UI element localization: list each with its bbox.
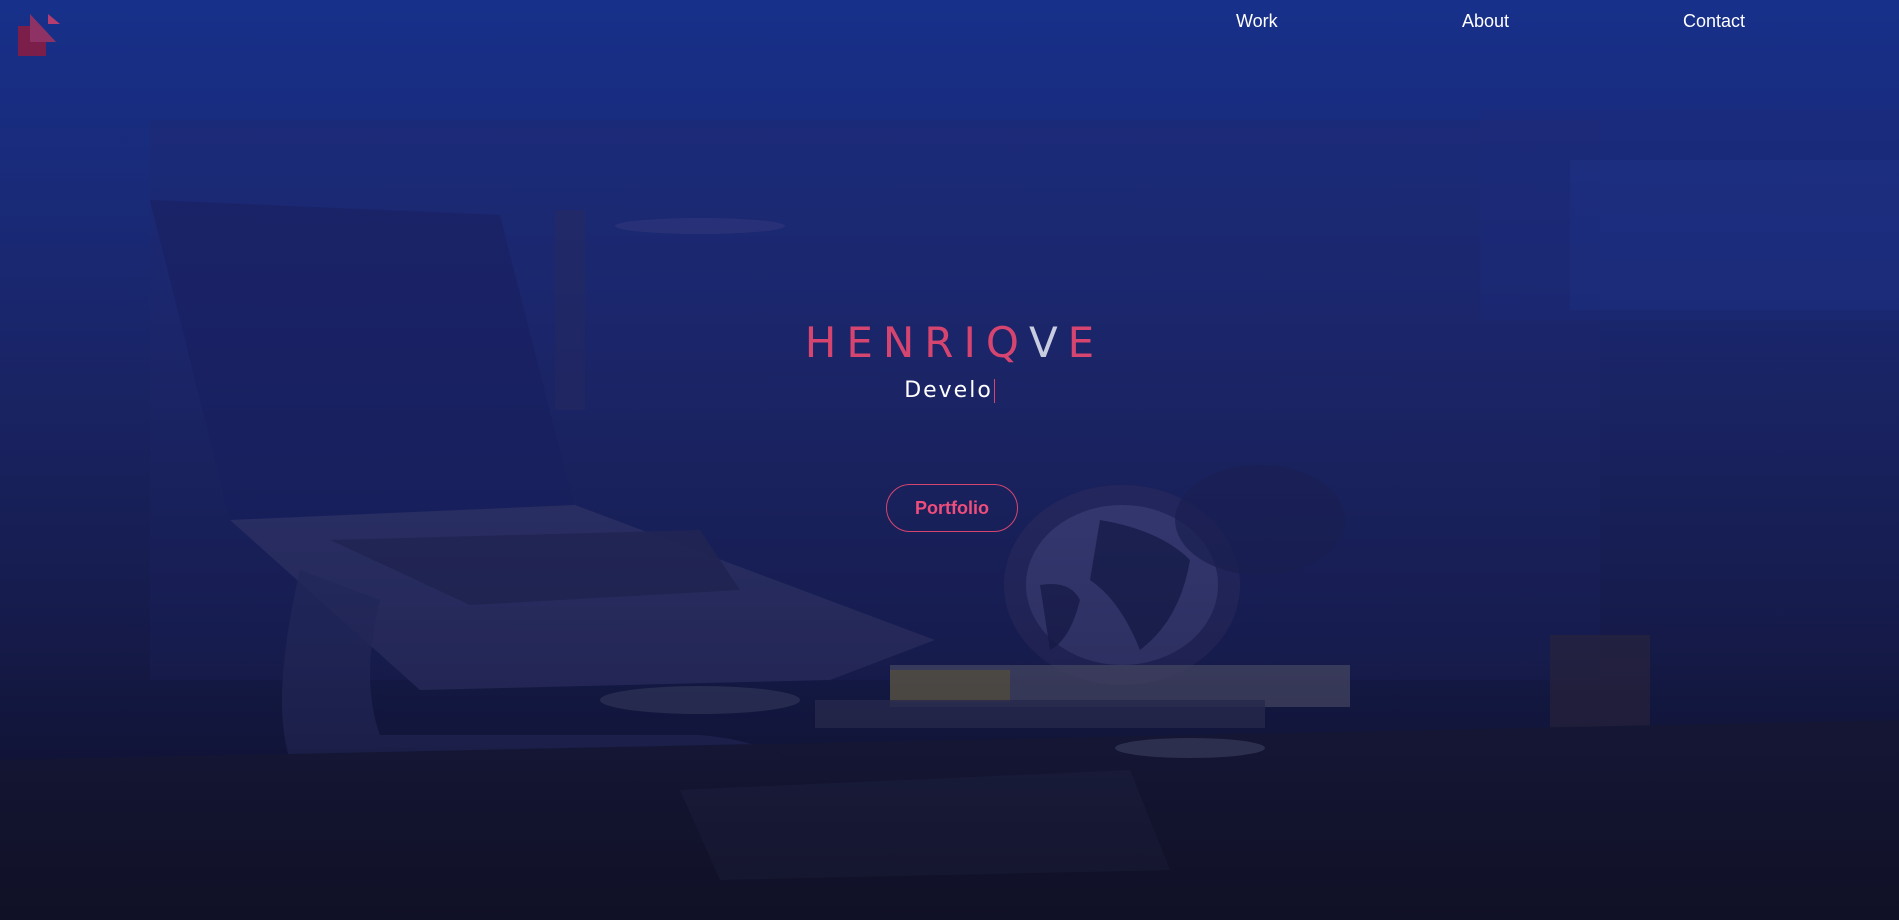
hero-content: HENRIQVE Develo bbox=[0, 318, 1899, 406]
background-desk-photo bbox=[0, 0, 1899, 920]
brand-logo-icon[interactable] bbox=[18, 14, 62, 56]
hero-title: HENRIQVE bbox=[0, 318, 1899, 368]
portfolio-button[interactable]: Portfolio bbox=[886, 484, 1018, 532]
top-navigation: Work About Contact bbox=[0, 0, 1899, 56]
hero-section: Work About Contact HENRIQVE Develo Portf… bbox=[0, 0, 1899, 920]
hero-title-part1: HENRIQ bbox=[804, 318, 1029, 367]
hero-subtitle: Develo bbox=[904, 376, 995, 406]
typed-role-text: Develo bbox=[904, 378, 993, 403]
nav-link-work[interactable]: Work bbox=[1236, 11, 1278, 32]
typing-cursor bbox=[993, 379, 995, 403]
hero-title-part2: E bbox=[1067, 318, 1105, 367]
nav-link-about[interactable]: About bbox=[1462, 11, 1509, 32]
hero-title-highlight: V bbox=[1028, 318, 1068, 367]
nav-link-contact[interactable]: Contact bbox=[1683, 11, 1745, 32]
